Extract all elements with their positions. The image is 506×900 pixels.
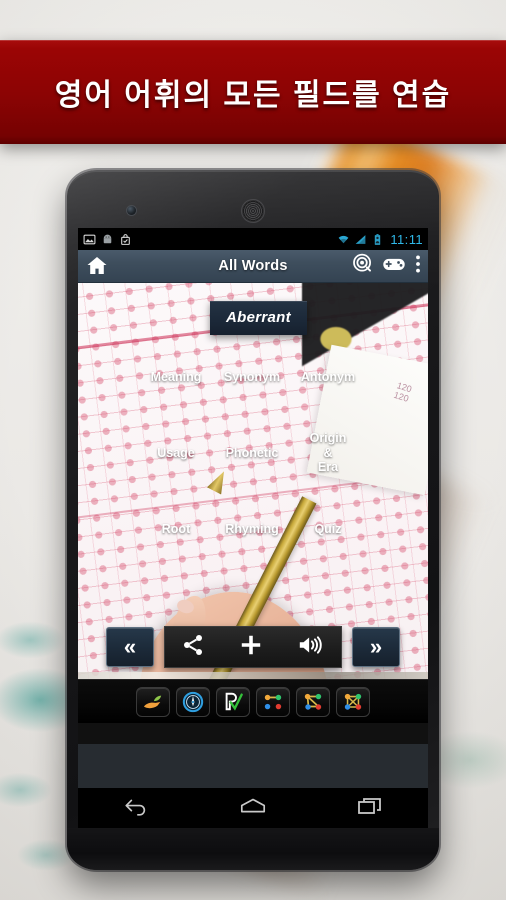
wifi-icon xyxy=(339,235,349,243)
target-button[interactable] xyxy=(352,253,373,279)
action-home-button[interactable] xyxy=(85,254,109,278)
phone-screen: 11:11 All Words 120 120 Aberrant Meaning… xyxy=(78,228,428,788)
promo-banner: 영어 어휘의 모든 필드를 연습 xyxy=(0,40,506,144)
share-icon xyxy=(184,634,203,655)
grid-button-quiz[interactable]: Quiz xyxy=(292,493,364,565)
android-status-bar: 11:11 xyxy=(78,228,428,250)
app-toolbar: « » xyxy=(78,625,428,669)
app-icon-p-check[interactable] xyxy=(216,686,250,717)
grid-button-label: Antonym xyxy=(300,369,356,384)
grid-button-usage[interactable]: Usage xyxy=(140,417,212,489)
earpiece-speaker-icon xyxy=(242,200,264,222)
speak-button[interactable] xyxy=(297,633,325,662)
app-icon-graph-star[interactable] xyxy=(296,686,330,717)
grid-button-label: Synonym xyxy=(223,369,281,384)
grid-button-label: Origin & Era xyxy=(309,430,347,475)
target-icon xyxy=(353,253,371,272)
grid-button-label: Rhyming xyxy=(225,521,279,536)
app-icon-strip xyxy=(78,679,428,723)
grid-button-meaning[interactable]: Meaning xyxy=(140,341,212,413)
p-check-icon xyxy=(225,692,243,711)
compass-icon xyxy=(182,691,204,712)
add-button[interactable] xyxy=(238,632,264,663)
grid-button-phonetic[interactable]: Phonetic xyxy=(216,417,288,489)
next-word-button[interactable]: » xyxy=(352,627,400,667)
status-clock: 11:11 xyxy=(390,231,423,247)
phone-mockup: 11:11 All Words 120 120 Aberrant Meaning… xyxy=(67,170,439,870)
home-icon xyxy=(87,257,107,274)
app-content: 120 120 Aberrant Meaning Synonym Antonym … xyxy=(78,283,428,723)
gamepad-icon xyxy=(383,258,405,270)
signal-icon xyxy=(356,234,366,244)
grid-button-label: Meaning xyxy=(150,369,202,384)
grid-button-label: Phonetic xyxy=(225,445,279,460)
status-right-icons: 11:11 xyxy=(337,232,423,247)
icon-strip-sheen xyxy=(78,672,428,679)
app-icon-graph-dots[interactable] xyxy=(256,686,290,717)
image-icon xyxy=(83,234,96,244)
grid-button-label: Root xyxy=(161,521,191,536)
overflow-menu-icon xyxy=(416,255,420,272)
nav-back-button[interactable] xyxy=(123,796,149,821)
phone-bottom-bezel xyxy=(67,828,439,870)
recents-icon xyxy=(358,797,381,814)
promo-banner-text: 영어 어휘의 모든 필드를 연습 xyxy=(54,79,452,112)
grid-button-antonym[interactable]: Antonym xyxy=(292,341,364,413)
shopping-bag-icon xyxy=(121,233,130,245)
app-icon-graph-mesh[interactable] xyxy=(336,686,370,717)
word-title-card[interactable]: Aberrant xyxy=(210,301,307,335)
grid-button-synonym[interactable]: Synonym xyxy=(216,341,288,413)
share-button[interactable] xyxy=(181,633,205,662)
graph-star-icon xyxy=(304,693,322,710)
previous-word-button[interactable]: « xyxy=(106,627,154,667)
toolbar-center xyxy=(164,626,342,668)
home-icon xyxy=(240,798,266,812)
front-camera-icon xyxy=(127,206,136,215)
nav-recents-button[interactable] xyxy=(357,796,383,821)
graph-mesh-icon xyxy=(344,693,362,710)
app-empty-strip xyxy=(78,744,428,788)
grid-button-root[interactable]: Root xyxy=(140,493,212,565)
previous-word-label: « xyxy=(123,634,137,659)
grid-button-rhyming[interactable]: Rhyming xyxy=(216,493,288,565)
android-nav-bar xyxy=(78,788,428,828)
grid-button-label: Quiz xyxy=(314,521,342,536)
next-word-label: » xyxy=(369,634,383,659)
grid-button-origin-era[interactable]: Origin & Era xyxy=(292,417,364,489)
battery-icon xyxy=(375,233,381,245)
back-icon xyxy=(125,799,146,816)
status-left-icons xyxy=(83,233,132,246)
grid-button-label: Usage xyxy=(157,445,195,460)
plus-icon xyxy=(241,635,261,654)
feature-grid: Meaning Synonym Antonym Usage Phonetic O… xyxy=(140,341,364,565)
speaker-icon xyxy=(299,635,322,654)
hand-leaf-icon xyxy=(143,695,162,708)
gamepad-button[interactable] xyxy=(382,254,406,279)
graph-dots-icon xyxy=(264,694,282,709)
nav-home-button[interactable] xyxy=(239,796,267,821)
overflow-menu-button[interactable] xyxy=(415,254,421,279)
word-title-text: Aberrant xyxy=(226,309,291,326)
app-action-bar: All Words xyxy=(78,250,428,283)
app-icon-hand-leaf[interactable] xyxy=(136,686,170,717)
action-bar-right xyxy=(352,253,421,279)
app-icon-compass[interactable] xyxy=(176,686,210,717)
android-icon xyxy=(103,234,112,243)
